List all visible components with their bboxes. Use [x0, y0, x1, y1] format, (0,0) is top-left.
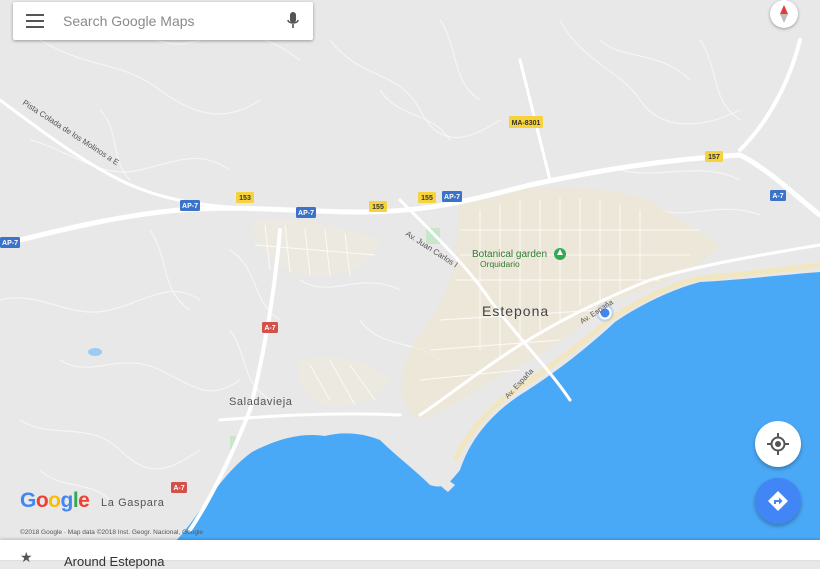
- svg-text:155: 155: [372, 204, 384, 211]
- microphone-icon[interactable]: [273, 2, 313, 40]
- poi-label-orquidario[interactable]: Orquidario: [480, 259, 520, 269]
- my-location-button[interactable]: [755, 421, 801, 467]
- shield-ma8301: MA-8301: [509, 116, 543, 128]
- search-input[interactable]: [57, 6, 273, 36]
- svg-text:153: 153: [239, 195, 251, 202]
- shield-155-b: 155: [418, 192, 436, 203]
- shield-a7-right: A-7: [770, 190, 786, 201]
- directions-icon: [768, 491, 788, 511]
- shield-ap7-b: AP-7: [296, 207, 316, 218]
- place-label-saladavieja[interactable]: Saladavieja: [229, 396, 293, 408]
- svg-text:AP-7: AP-7: [298, 210, 314, 217]
- botanical-garden-marker[interactable]: [554, 248, 566, 260]
- svg-text:A-7: A-7: [772, 193, 783, 200]
- bottom-sheet-label[interactable]: Around Estepona: [64, 554, 164, 569]
- svg-text:AP-7: AP-7: [444, 194, 460, 201]
- place-label-estepona[interactable]: Estepona: [482, 303, 549, 319]
- shield-155-a: 155: [369, 201, 387, 212]
- svg-text:AP-7: AP-7: [2, 240, 18, 247]
- shield-157: 157: [705, 151, 723, 162]
- shield-a7-mid: A-7: [262, 322, 278, 333]
- place-label-la-gaspara[interactable]: La Gaspara: [101, 497, 165, 509]
- small-lake: [88, 348, 102, 356]
- shield-a7-bottom: A-7: [171, 482, 187, 493]
- map-copyright: ©2018 Google · Map data ©2018 Inst. Geog…: [20, 529, 204, 536]
- shield-153: 153: [236, 192, 254, 203]
- hamburger-menu-icon[interactable]: [13, 2, 57, 40]
- shield-ap7-c: AP-7: [442, 191, 462, 202]
- shield-ap7-a: AP-7: [180, 200, 200, 211]
- directions-button[interactable]: [755, 478, 801, 524]
- svg-text:A-7: A-7: [173, 485, 184, 492]
- my-location-icon: [767, 433, 789, 455]
- svg-text:155: 155: [421, 195, 433, 202]
- compass-icon[interactable]: [770, 0, 798, 28]
- map-canvas[interactable]: MA-8301 157 AP-7 AP-7 153 AP-7 155 155 A…: [0, 0, 820, 560]
- svg-text:157: 157: [708, 154, 720, 161]
- svg-text:A-7: A-7: [264, 325, 275, 332]
- shield-ap7-left: AP-7: [0, 237, 20, 248]
- svg-text:MA-8301: MA-8301: [512, 120, 541, 127]
- search-bar[interactable]: [13, 2, 313, 40]
- star-icon: ★: [20, 549, 33, 565]
- google-logo: Google: [20, 489, 90, 512]
- bottom-sheet[interactable]: ★ Around Estepona: [0, 540, 820, 569]
- svg-text:AP-7: AP-7: [182, 203, 198, 210]
